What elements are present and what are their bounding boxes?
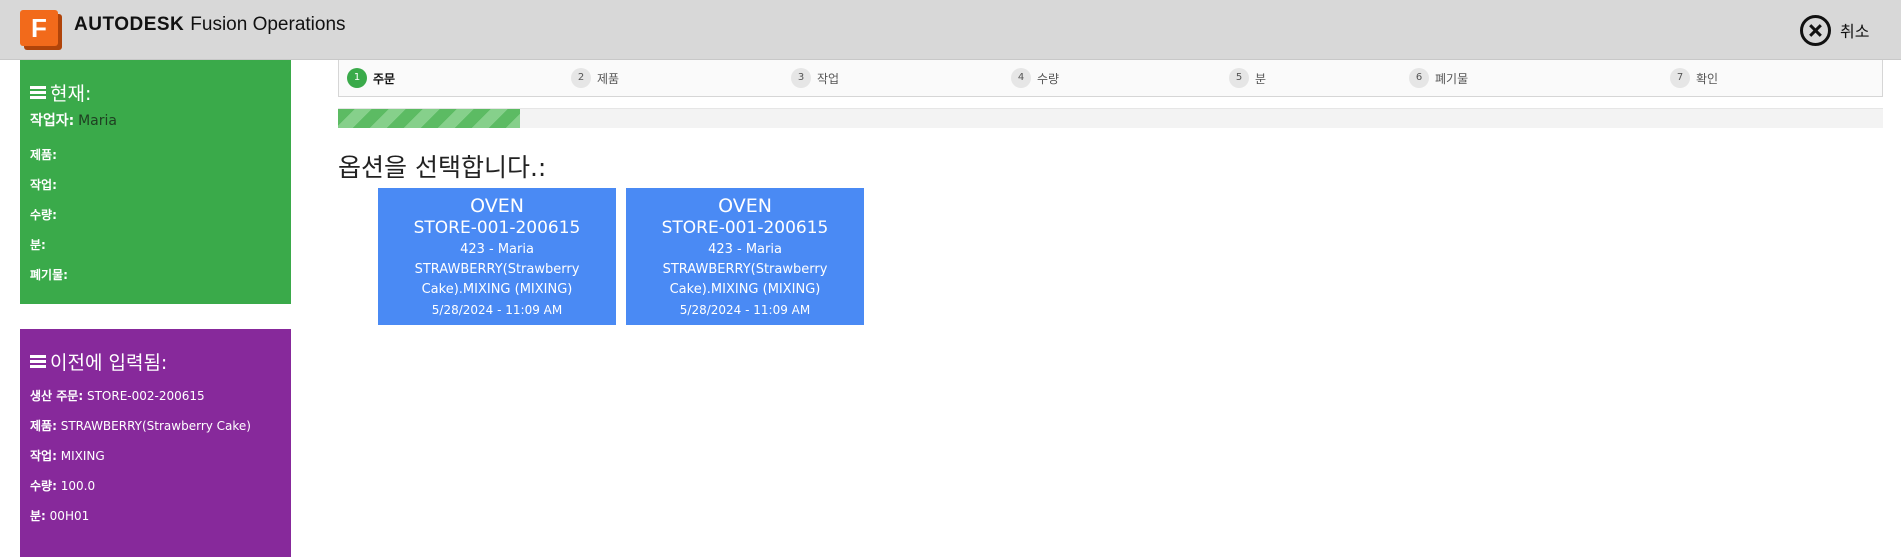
- cancel-button[interactable]: 취소: [1800, 14, 1869, 46]
- progress-fill: [338, 109, 521, 128]
- step-label: 확인: [1696, 71, 1719, 86]
- step-minutes[interactable]: 5 분: [1229, 68, 1266, 88]
- step-number: 2: [571, 68, 591, 88]
- step-number: 5: [1229, 68, 1249, 88]
- app-title: AUTODESK Fusion Operations: [74, 14, 346, 36]
- option-machine: OVEN: [718, 195, 772, 217]
- step-operation[interactable]: 3 작업: [791, 68, 839, 88]
- step-label: 폐기물: [1435, 71, 1469, 86]
- previous-product: 제품: STRAWBERRY(Strawberry Cake): [30, 419, 251, 433]
- step-label: 제품: [597, 71, 620, 86]
- option-order: STORE-001-200615: [413, 218, 581, 238]
- step-label: 주문: [373, 71, 396, 86]
- product-name: Fusion Operations: [190, 14, 346, 35]
- step-number: 7: [1670, 68, 1690, 88]
- current-minutes: 분:: [30, 238, 46, 252]
- wizard-steps: 1 주문 2 제품 3 작업 4 수량 5 분 6 폐기물 7 확인: [338, 60, 1883, 97]
- brand-name: AUTODESK: [74, 14, 185, 35]
- current-panel: 현재: 작업자: Maria 제품: 작업: 수량: 분: 폐기물:: [20, 60, 291, 304]
- step-label: 분: [1255, 71, 1267, 86]
- previous-panel-title: 이전에 입력됨:: [30, 348, 167, 375]
- previous-operation: 작업: MIXING: [30, 449, 105, 463]
- top-bar: F AUTODESK Fusion Operations 취소: [0, 0, 1901, 60]
- current-scrap: 폐기물:: [30, 268, 68, 282]
- step-quantity[interactable]: 4 수량: [1011, 68, 1059, 88]
- current-operation: 작업:: [30, 178, 57, 192]
- option-machine: OVEN: [470, 195, 524, 217]
- step-label: 수량: [1037, 71, 1060, 86]
- current-panel-title: 현재:: [30, 79, 91, 106]
- option-worker: 423 - Maria: [708, 242, 782, 257]
- step-number: 6: [1409, 68, 1429, 88]
- menu-icon: [30, 86, 46, 99]
- current-quantity: 수량:: [30, 208, 57, 222]
- page-title: 옵션을 선택합니다.:: [338, 153, 547, 182]
- step-number: 4: [1011, 68, 1031, 88]
- step-scrap[interactable]: 6 폐기물: [1409, 68, 1468, 88]
- previous-panel: 이전에 입력됨: 생산 주문: STORE-002-200615 제품: STR…: [20, 329, 291, 557]
- close-circle-icon: [1800, 14, 1831, 46]
- menu-icon: [30, 355, 46, 368]
- previous-quantity: 수량: 100.0: [30, 479, 96, 493]
- step-product[interactable]: 2 제품: [571, 68, 619, 88]
- option-datetime: 5/28/2024 - 11:09 AM: [431, 303, 563, 317]
- progress-bar: [338, 108, 1883, 128]
- option-datetime: 5/28/2024 - 11:09 AM: [679, 303, 811, 317]
- option-list: OVEN STORE-001-200615 423 - Maria STRAWB…: [378, 188, 864, 325]
- step-label: 작업: [817, 71, 840, 86]
- fusion-logo-icon: F: [20, 10, 62, 50]
- step-number: 1: [347, 68, 367, 88]
- previous-order: 생산 주문: STORE-002-200615: [30, 389, 205, 403]
- option-card[interactable]: OVEN STORE-001-200615 423 - Maria STRAWB…: [626, 188, 864, 325]
- option-product-operation: STRAWBERRY(Strawberry Cake).MIXING (MIXI…: [414, 262, 580, 297]
- current-product: 제품:: [30, 148, 57, 162]
- cancel-label: 취소: [1840, 22, 1870, 41]
- previous-minutes: 분: 00H01: [30, 509, 90, 523]
- step-confirm[interactable]: 7 확인: [1670, 68, 1718, 88]
- option-order: STORE-001-200615: [661, 218, 829, 238]
- current-worker: 작업자: Maria: [30, 113, 117, 129]
- option-worker: 423 - Maria: [460, 242, 534, 257]
- option-product-operation: STRAWBERRY(Strawberry Cake).MIXING (MIXI…: [662, 262, 828, 297]
- step-order[interactable]: 1 주문: [347, 68, 395, 88]
- option-card[interactable]: OVEN STORE-001-200615 423 - Maria STRAWB…: [378, 188, 616, 325]
- step-number: 3: [791, 68, 811, 88]
